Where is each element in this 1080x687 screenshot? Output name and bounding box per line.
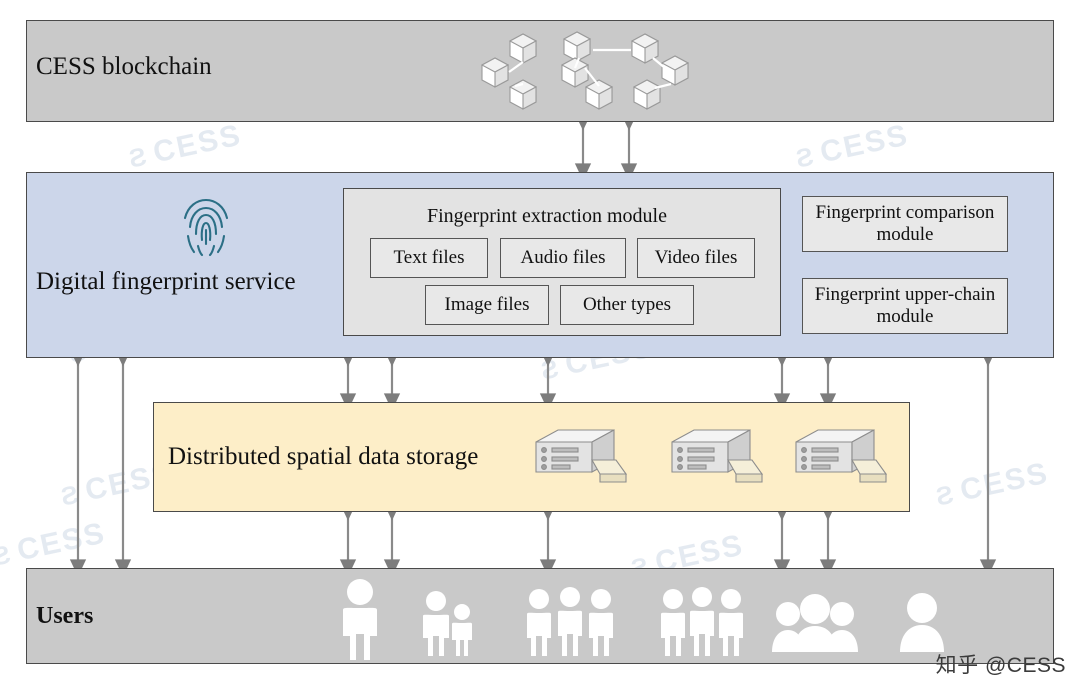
- layer-title-fingerprint-service: Digital fingerprint service: [36, 268, 296, 295]
- file-type-text-files[interactable]: Text files: [370, 238, 488, 278]
- fingerprint-extraction-module-label: Fingerprint extraction module: [427, 205, 667, 227]
- server-icon: [528, 424, 894, 495]
- layer-title-blockchain: CESS blockchain: [36, 53, 212, 80]
- file-type-image-files[interactable]: Image files: [425, 285, 549, 325]
- blockchain-nodes-icon: [475, 28, 715, 114]
- file-type-video-files[interactable]: Video files: [637, 238, 755, 278]
- file-type-audio-files[interactable]: Audio files: [500, 238, 626, 278]
- module-fingerprint-comparison[interactable]: Fingerprint comparison module: [802, 196, 1008, 252]
- credit-watermark: 知乎 @CESS: [935, 654, 1066, 677]
- module-fingerprint-upper-chain[interactable]: Fingerprint upper-chain module: [802, 278, 1008, 334]
- layer-title-storage: Distributed spatial data storage: [168, 443, 479, 470]
- file-type-other-types[interactable]: Other types: [560, 285, 694, 325]
- fingerprint-icon: [178, 196, 234, 263]
- layer-title-users: Users: [36, 603, 94, 629]
- diagram-canvas: ƧCESS ƧCESS ƧCESS ƧCESS ƧCESS ƧCESS ƧCES…: [0, 0, 1080, 687]
- people-icon: [320, 572, 980, 667]
